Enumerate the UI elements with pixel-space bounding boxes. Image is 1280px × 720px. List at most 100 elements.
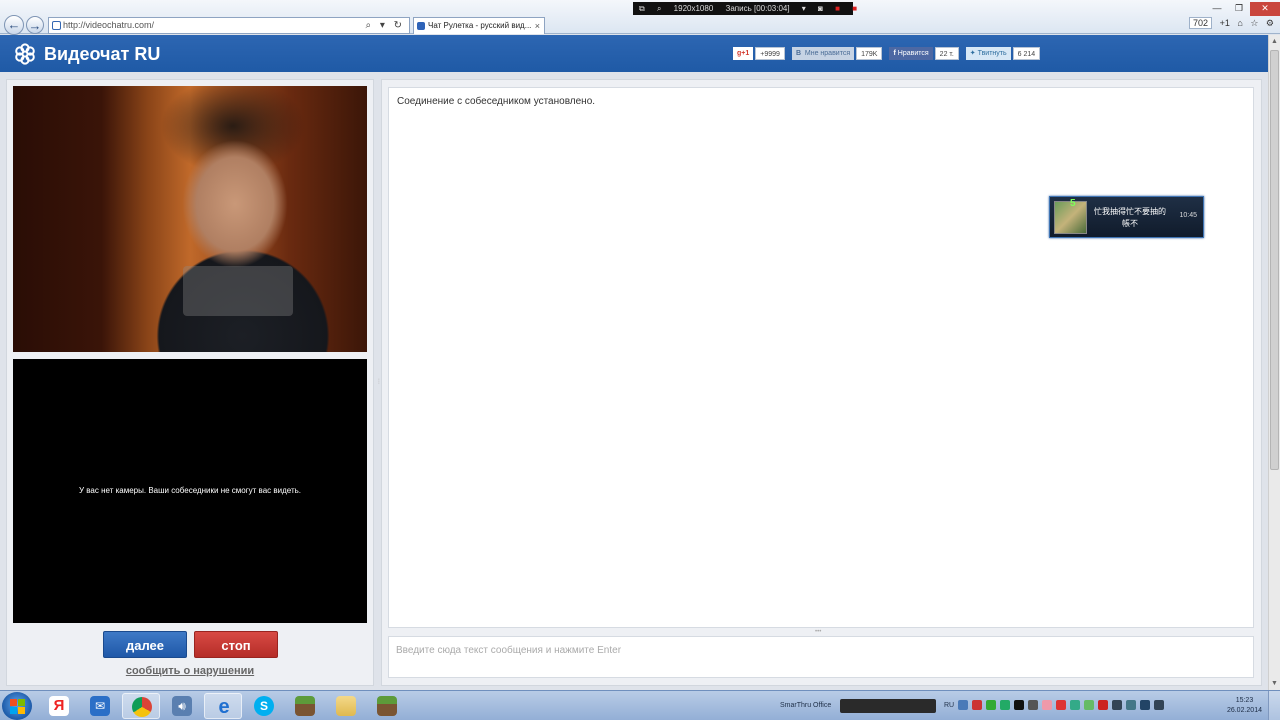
windows-logo-icon <box>10 699 17 706</box>
minimize-button[interactable]: — <box>1206 2 1228 16</box>
tray-app-buttons[interactable] <box>840 699 936 713</box>
local-video: У вас нет камеры. Ваши собеседники не см… <box>13 359 367 623</box>
facebook-icon: f <box>893 50 896 57</box>
tray-icon[interactable] <box>1042 700 1052 710</box>
stop-button[interactable]: стоп <box>194 631 278 658</box>
gplus-button[interactable]: g+1 <box>733 47 754 60</box>
tray-icon[interactable] <box>1056 700 1066 710</box>
twitter-icon: ✦ <box>969 50 976 57</box>
tray-icon[interactable] <box>1014 700 1024 710</box>
tray-app-label[interactable]: SmarThru Office <box>780 702 831 709</box>
address-tools[interactable]: ⌕ ▾ ↻ <box>365 18 405 33</box>
taskbar-folder[interactable] <box>327 693 365 719</box>
tray-icon[interactable] <box>986 700 996 710</box>
recorder-menu-icon[interactable]: ▾ <box>802 4 806 13</box>
notification-number: 5 <box>1070 198 1076 209</box>
logo-text: Видеочат RU <box>44 44 161 64</box>
camera-icon[interactable]: ◙ <box>818 4 823 13</box>
tray-icon[interactable] <box>1098 700 1108 710</box>
recorder-status: Запись [00:03:04] <box>725 4 790 13</box>
tray-icon[interactable] <box>972 700 982 710</box>
window-controls: — ❐ ✕ <box>1206 0 1280 16</box>
tray-icon[interactable] <box>1084 700 1094 710</box>
tray-icons <box>958 700 1168 712</box>
taskbar-mail[interactable]: ✉ <box>81 693 119 719</box>
maximize-button[interactable]: ❐ <box>1228 2 1250 16</box>
taskbar-minecraft-2[interactable] <box>368 693 406 719</box>
logo-flower-icon <box>15 43 35 65</box>
taskbar-clock[interactable]: 15:23 26.02.2014 <box>1227 696 1262 716</box>
tab-close-icon[interactable]: × <box>535 18 540 34</box>
tray-icon[interactable] <box>958 700 968 710</box>
report-violation-link[interactable]: сообщить о нарушении <box>0 665 380 677</box>
resize-handle[interactable]: ••• <box>815 629 821 635</box>
favorites-star-icon[interactable]: ☆ <box>1250 18 1258 28</box>
tab-videochat[interactable]: Чат Рулетка - русский вид... × <box>413 17 545 34</box>
taskbar-skype[interactable]: S <box>245 693 283 719</box>
taskbar-yandex[interactable]: Я <box>40 693 78 719</box>
page-scrollbar[interactable]: ▲ ▼ <box>1268 35 1280 690</box>
network-icon[interactable] <box>1140 700 1150 710</box>
minecraft-icon <box>295 696 315 716</box>
scroll-up-icon[interactable]: ▲ <box>1269 35 1280 48</box>
taskbar-audio[interactable]: 🔊︎ <box>163 693 201 719</box>
taskbar-minecraft[interactable] <box>286 693 324 719</box>
remote-video <box>13 86 367 352</box>
recorder-window-icon[interactable]: ⧉ <box>639 4 645 13</box>
system-tray: SmarThru Office RU <box>778 691 1278 720</box>
scrollbar-thumb[interactable] <box>1270 50 1279 470</box>
windows-taskbar: Я ✉ 🔊︎ e S SmarThru Office RU 15:23 26.0… <box>0 690 1280 720</box>
site-logo[interactable]: Видеочат RU <box>14 43 160 65</box>
site-favicon-icon <box>52 21 61 30</box>
windows-logo-pane <box>18 707 25 714</box>
ie-toolbar: 702 +1 ⌂ ☆ ⚙ <box>1184 17 1274 29</box>
windows-logo-pane <box>10 707 17 714</box>
notification-text: 忙我抽得忙不要抽的帳不 <box>1094 207 1166 228</box>
close-window-button[interactable]: ✕ <box>1250 2 1280 16</box>
recorder-zoom-icon[interactable]: ⌕ <box>657 4 661 13</box>
vk-count: 179K <box>856 47 883 60</box>
tray-icon[interactable] <box>1028 700 1038 710</box>
back-button[interactable]: ← <box>4 15 24 35</box>
vk-like-button[interactable]: B Мне нравится <box>791 47 855 60</box>
tray-icon[interactable] <box>1126 700 1136 710</box>
tray-icon[interactable] <box>1000 700 1010 710</box>
gear-icon[interactable]: ⚙ <box>1266 18 1274 28</box>
home-icon[interactable]: ⌂ <box>1237 18 1242 28</box>
tray-icon[interactable] <box>1112 700 1122 710</box>
next-button[interactable]: далее <box>103 631 187 658</box>
fb-count: 22 т. <box>934 47 959 60</box>
clock-time: 15:23 <box>1235 697 1254 704</box>
notification-time: 10:45 <box>1179 212 1197 219</box>
show-desktop-button[interactable] <box>1268 691 1280 720</box>
scroll-down-icon[interactable]: ▼ <box>1269 677 1280 690</box>
forward-button[interactable]: → <box>26 16 44 34</box>
language-indicator[interactable]: RU <box>944 702 954 709</box>
address-bar[interactable]: http://videochatru.com/ ⌕ ▾ ↻ <box>48 17 410 34</box>
taskbar-internet-explorer[interactable]: e <box>204 693 242 719</box>
message-input[interactable]: Введите сюда текст сообщения и нажмите E… <box>388 636 1254 678</box>
plus-one-badge[interactable]: +1 <box>1220 18 1230 28</box>
tweet-button[interactable]: ✦ Твитнуть <box>965 47 1011 60</box>
vk-like-label: Мне нравится <box>804 50 851 57</box>
tab-title: Чат Рулетка - русский вид... <box>428 21 532 30</box>
site-header: Видеочат RU g+1 +9999 B Мне нравится 179K f … <box>0 35 1268 72</box>
fb-like-label: Нравится <box>897 50 929 57</box>
taskbar-chrome[interactable] <box>122 693 160 719</box>
volume-icon[interactable] <box>1154 700 1164 710</box>
tray-icon[interactable] <box>1070 700 1080 710</box>
start-button[interactable] <box>2 692 32 720</box>
record-stop-icon[interactable]: ■ <box>835 4 840 13</box>
chat-log[interactable]: Соединение с собеседником установлено. 5… <box>388 87 1254 628</box>
record-icon[interactable]: ■ <box>852 4 857 13</box>
fb-like-button[interactable]: f Нравится <box>889 47 933 60</box>
notifications-count[interactable]: 702 <box>1189 17 1213 29</box>
mail-icon: ✉ <box>90 696 110 716</box>
message-input-placeholder: Введите сюда текст сообщения и нажмите E… <box>396 645 622 656</box>
chrome-icon <box>132 697 152 717</box>
yandex-icon: Я <box>49 696 69 716</box>
tweet-label: Твитнуть <box>977 50 1007 57</box>
game-notification-popup[interactable]: 5 忙我抽得忙不要抽的帳不 10:45 <box>1049 196 1204 238</box>
panel-splitter[interactable]: ⋮ <box>376 378 382 388</box>
skype-icon: S <box>254 696 274 716</box>
